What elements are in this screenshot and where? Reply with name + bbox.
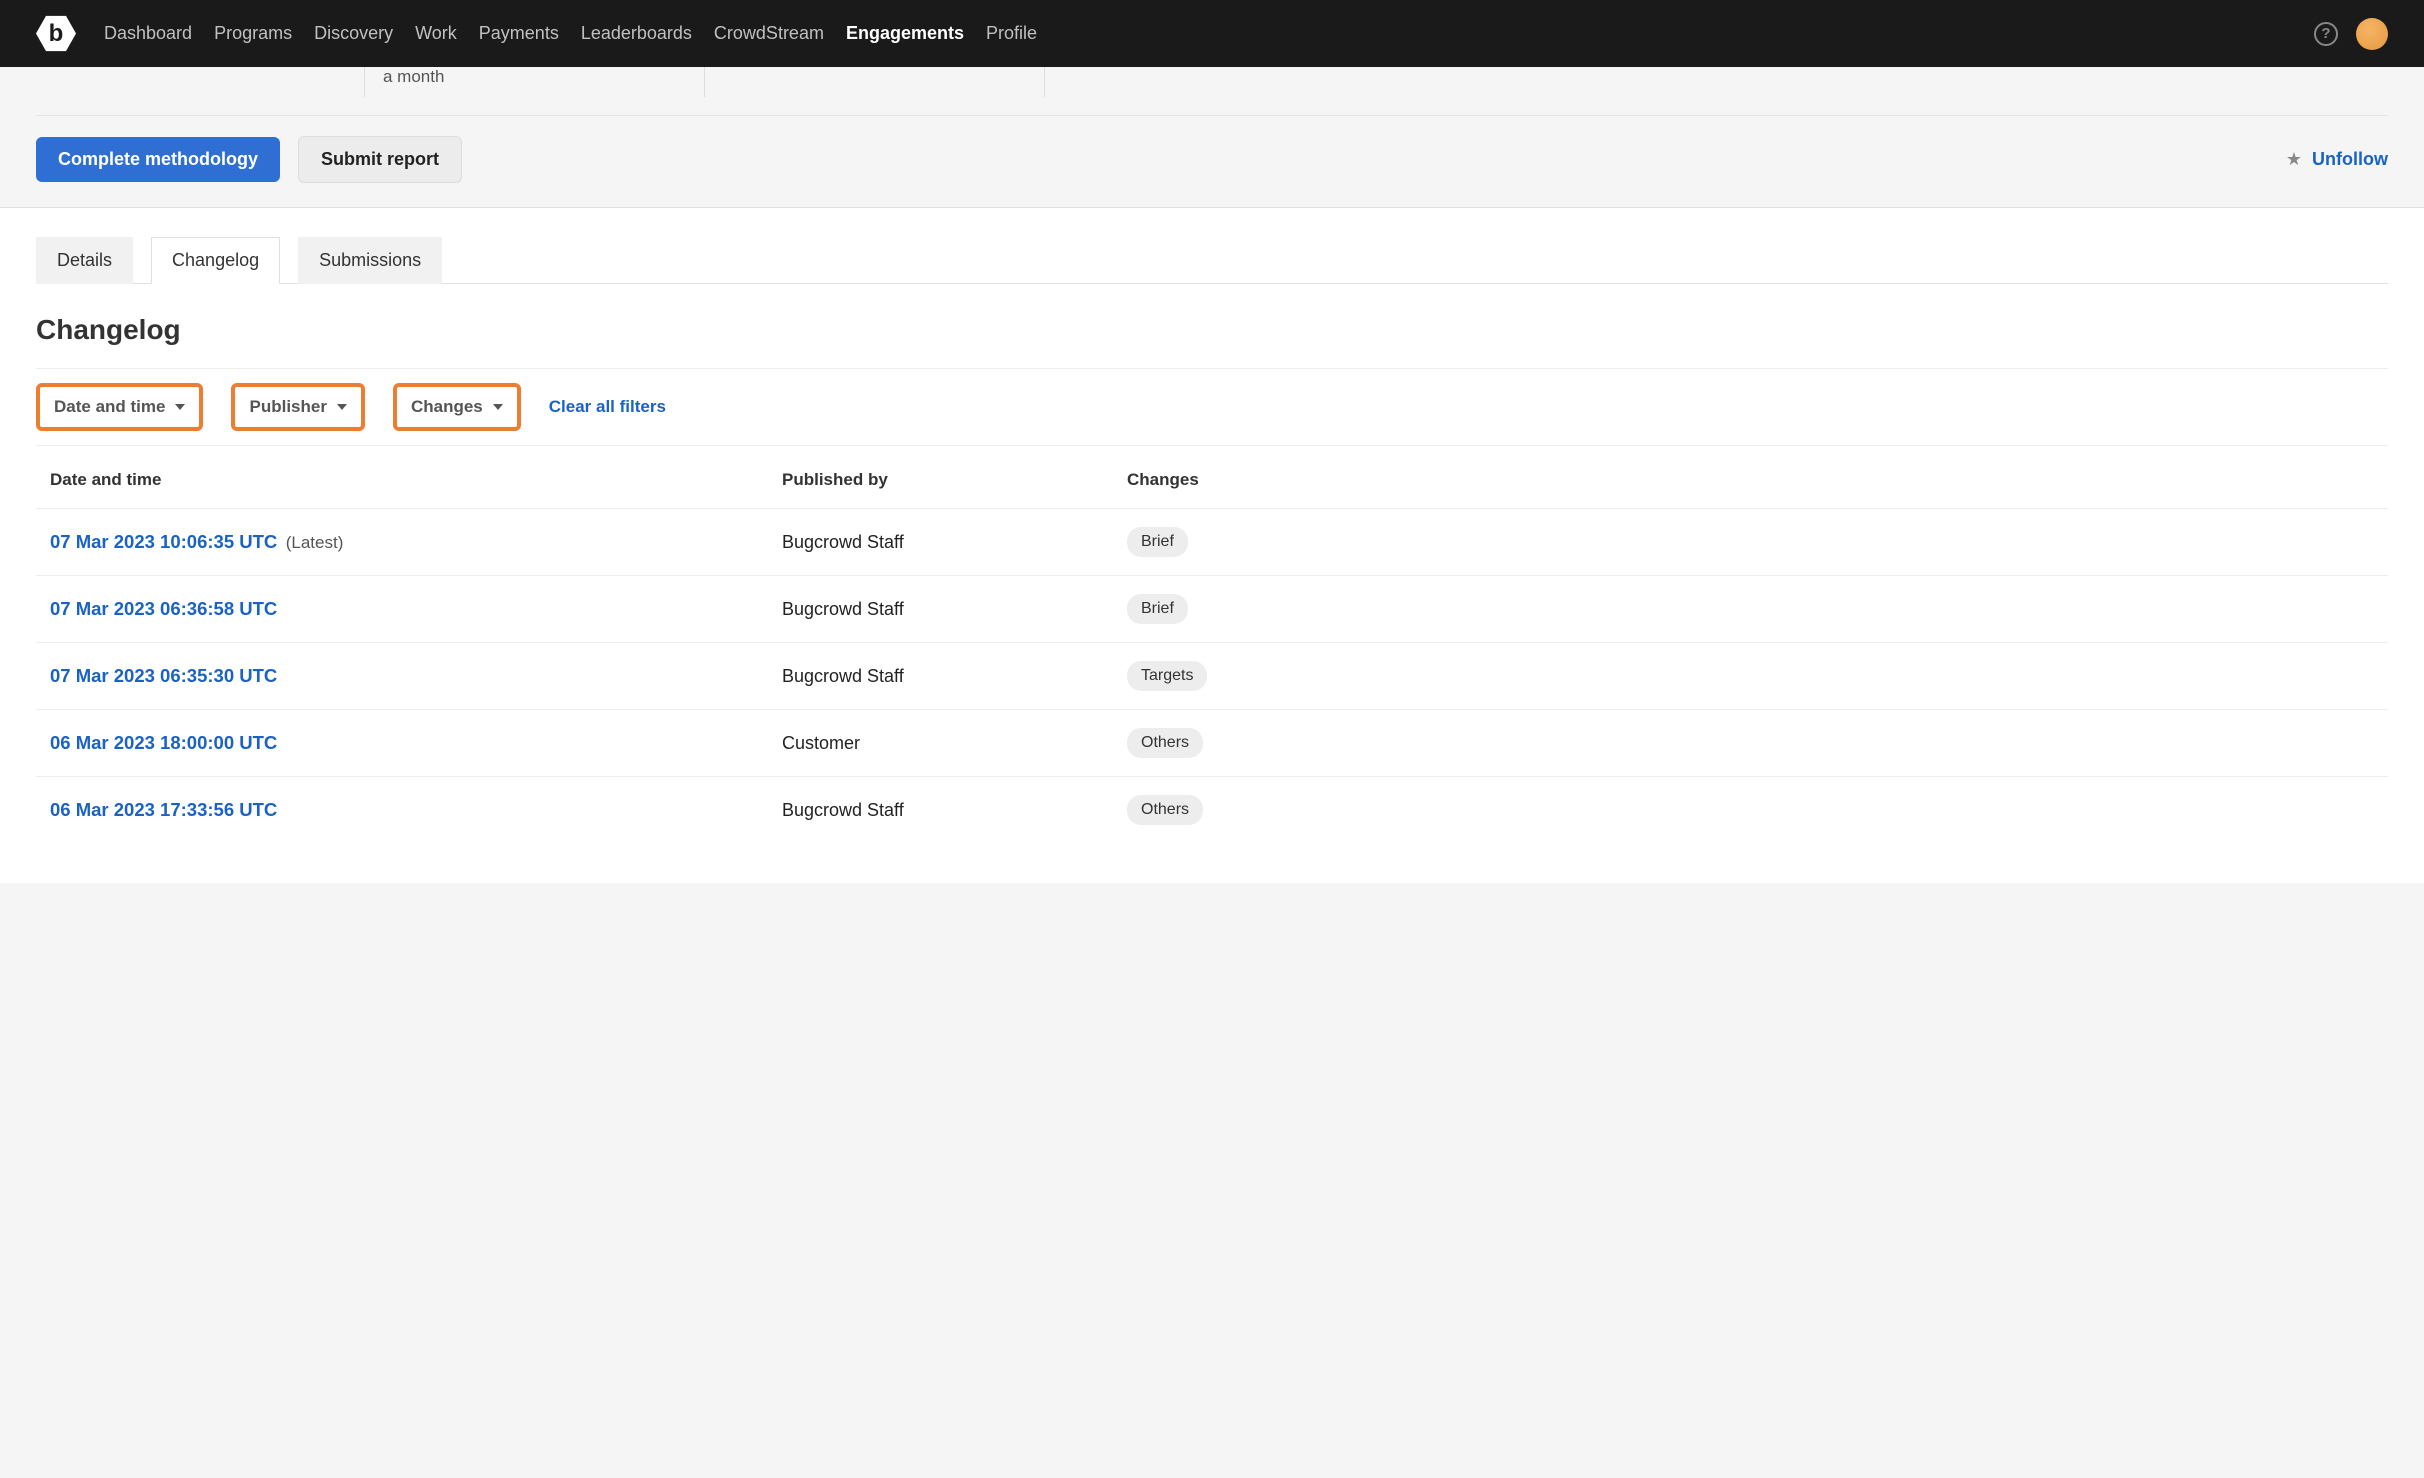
- date-link[interactable]: 06 Mar 2023 18:00:00 UTC: [50, 732, 277, 753]
- avatar[interactable]: [2356, 18, 2388, 50]
- tab-details[interactable]: Details: [36, 237, 133, 284]
- publisher-text: Bugcrowd Staff: [782, 599, 1127, 620]
- subheader: a month Complete methodology Submit repo…: [0, 67, 2424, 208]
- filter-changes[interactable]: Changes: [393, 383, 521, 431]
- change-pill: Others: [1127, 795, 1203, 825]
- page-title: Changelog: [36, 314, 2388, 346]
- chevron-down-icon: [337, 404, 347, 410]
- logo[interactable]: b: [36, 14, 76, 54]
- clear-filters-link[interactable]: Clear all filters: [549, 397, 666, 417]
- nav-dashboard[interactable]: Dashboard: [104, 23, 192, 44]
- nav-right: ?: [2314, 18, 2388, 50]
- filter-publisher[interactable]: Publisher: [231, 383, 364, 431]
- table-row: 07 Mar 2023 06:36:58 UTC Bugcrowd Staff …: [36, 575, 2388, 642]
- info-row: a month: [36, 67, 2388, 115]
- publisher-text: Bugcrowd Staff: [782, 532, 1127, 553]
- complete-methodology-button[interactable]: Complete methodology: [36, 137, 280, 182]
- content: Details Changelog Submissions Changelog …: [0, 208, 2424, 883]
- table-row: 06 Mar 2023 17:33:56 UTC Bugcrowd Staff …: [36, 776, 2388, 843]
- filter-publisher-label: Publisher: [249, 397, 326, 417]
- latest-tag: (Latest): [286, 533, 344, 552]
- changelog-table: Date and time Published by Changes 07 Ma…: [36, 452, 2388, 843]
- star-icon: ★: [2286, 149, 2302, 170]
- filter-date-time[interactable]: Date and time: [36, 383, 203, 431]
- publisher-text: Bugcrowd Staff: [782, 800, 1127, 821]
- submit-report-button[interactable]: Submit report: [298, 136, 462, 183]
- date-link[interactable]: 07 Mar 2023 06:35:30 UTC: [50, 665, 277, 686]
- change-pill: Brief: [1127, 527, 1188, 557]
- nav-crowdstream[interactable]: CrowdStream: [714, 23, 824, 44]
- change-pill: Targets: [1127, 661, 1207, 691]
- chevron-down-icon: [175, 404, 185, 410]
- top-nav: b Dashboard Programs Discovery Work Paym…: [0, 0, 2424, 67]
- follow-area: ★ Unfollow: [2286, 149, 2388, 170]
- table-row: 07 Mar 2023 06:35:30 UTC Bugcrowd Staff …: [36, 642, 2388, 709]
- logo-letter: b: [49, 20, 64, 48]
- nav-links: Dashboard Programs Discovery Work Paymen…: [104, 23, 2314, 44]
- info-snippet: a month: [383, 67, 444, 87]
- nav-programs[interactable]: Programs: [214, 23, 292, 44]
- date-link[interactable]: 07 Mar 2023 10:06:35 UTC: [50, 531, 277, 552]
- filter-date-time-label: Date and time: [54, 397, 165, 417]
- date-link[interactable]: 06 Mar 2023 17:33:56 UTC: [50, 799, 277, 820]
- nav-payments[interactable]: Payments: [479, 23, 559, 44]
- nav-leaderboards[interactable]: Leaderboards: [581, 23, 692, 44]
- change-pill: Brief: [1127, 594, 1188, 624]
- header-date: Date and time: [50, 470, 782, 490]
- filter-row: Date and time Publisher Changes Clear al…: [36, 368, 2388, 446]
- change-pill: Others: [1127, 728, 1203, 758]
- publisher-text: Bugcrowd Staff: [782, 666, 1127, 687]
- action-row: Complete methodology Submit report ★ Unf…: [36, 115, 2388, 207]
- tab-changelog[interactable]: Changelog: [151, 237, 280, 284]
- unfollow-link[interactable]: Unfollow: [2312, 149, 2388, 170]
- nav-profile[interactable]: Profile: [986, 23, 1037, 44]
- table-row: 06 Mar 2023 18:00:00 UTC Customer Others: [36, 709, 2388, 776]
- tab-submissions[interactable]: Submissions: [298, 237, 442, 284]
- header-publisher: Published by: [782, 470, 1127, 490]
- filter-changes-label: Changes: [411, 397, 483, 417]
- publisher-text: Customer: [782, 733, 1127, 754]
- nav-discovery[interactable]: Discovery: [314, 23, 393, 44]
- help-icon[interactable]: ?: [2314, 22, 2338, 46]
- table-header: Date and time Published by Changes: [36, 452, 2388, 508]
- nav-work[interactable]: Work: [415, 23, 457, 44]
- header-changes: Changes: [1127, 470, 2374, 490]
- chevron-down-icon: [493, 404, 503, 410]
- date-link[interactable]: 07 Mar 2023 06:36:58 UTC: [50, 598, 277, 619]
- nav-engagements[interactable]: Engagements: [846, 23, 964, 44]
- tabs: Details Changelog Submissions: [36, 208, 2388, 284]
- table-row: 07 Mar 2023 10:06:35 UTC (Latest) Bugcro…: [36, 508, 2388, 575]
